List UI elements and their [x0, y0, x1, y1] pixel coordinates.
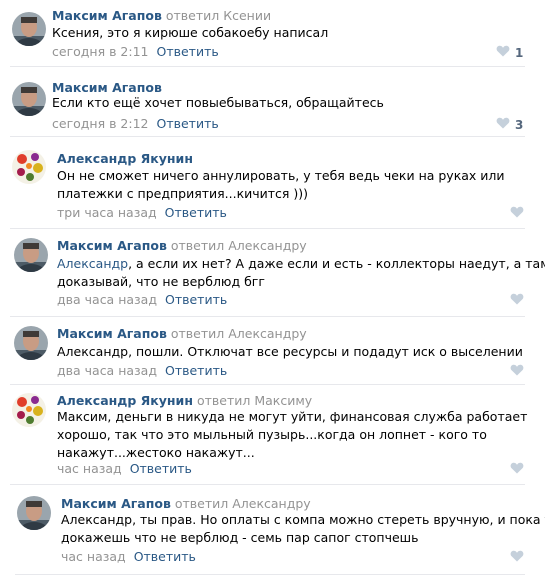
comment-meta: час назад Ответить	[61, 549, 196, 564]
comment-text: Максим, деньги в никуда не могут уйти, ф…	[57, 408, 527, 462]
like-button[interactable]	[510, 293, 524, 308]
comment-text: Александр, пошли. Отключат все ресурсы и…	[57, 343, 523, 361]
like-count: 1	[515, 45, 524, 60]
reply-word: ответил	[165, 8, 220, 23]
heart-icon	[510, 206, 524, 221]
heart-icon	[496, 117, 510, 132]
comment-line: Ксения, это я кирюше собакоебу написал	[52, 25, 329, 40]
comment-line: Александр, ты прав. Но оплаты с компа мо…	[61, 512, 545, 527]
comment-meta: два часа назад Ответить	[57, 363, 227, 378]
comment-line: Он не сможет ничего аннулировать, у тебя…	[57, 168, 505, 183]
divider	[10, 136, 525, 137]
comment-line: Александр, пошли. Отключат все ресурсы и…	[57, 344, 523, 359]
comment-header: Максим Агапов ответил Александру	[57, 326, 307, 341]
reply-to-name[interactable]: Александру	[232, 496, 310, 511]
comment-meta: три часа назад Ответить	[57, 205, 227, 220]
author-name[interactable]: Максим Агапов	[57, 326, 167, 341]
heart-icon	[510, 462, 524, 477]
reply-to-name[interactable]: Максиму	[254, 393, 312, 408]
comment-text: Александр, ты прав. Но оплаты с компа мо…	[61, 511, 545, 547]
comment-text: Александр, а если их нет? А даже если и …	[57, 255, 545, 291]
reply-button[interactable]: Ответить	[134, 549, 196, 564]
comment-meta: час назад Ответить	[57, 461, 192, 476]
comment-line: Если кто ещё хочет повыебываться, обраща…	[52, 95, 384, 110]
comment-meta: сегодня в 2:11 Ответить	[52, 44, 219, 59]
divider	[10, 316, 525, 317]
comment-line: докажешь что не верблюд - семь пар сапог…	[61, 530, 419, 545]
reply-word: ответил	[196, 393, 251, 408]
comment-meta: сегодня в 2:12 Ответить	[52, 116, 219, 131]
comment-text: Он не сможет ничего аннулировать, у тебя…	[57, 167, 505, 203]
reply-button[interactable]: Ответить	[165, 292, 227, 307]
author-name[interactable]: Александр Якунин	[57, 393, 193, 408]
timestamp[interactable]: час назад	[57, 461, 122, 476]
comment-text: Ксения, это я кирюше собакоебу написал	[52, 24, 328, 42]
like-button[interactable]	[510, 462, 524, 477]
reply-button[interactable]: Ответить	[165, 363, 227, 378]
comment-line: , а если их нет? А даже если и есть - ко…	[128, 256, 545, 271]
timestamp[interactable]: час назад	[61, 549, 126, 564]
comment-header: Максим Агапов ответил Александру	[57, 238, 307, 253]
comment-text: Если кто ещё хочет повыебываться, обраща…	[52, 94, 384, 112]
heart-icon	[510, 364, 524, 379]
divider	[10, 66, 525, 67]
author-name[interactable]: Максим Агапов	[57, 238, 167, 253]
avatar[interactable]	[12, 150, 46, 184]
like-button[interactable]	[510, 364, 524, 379]
author-name[interactable]: Максим Агапов	[52, 80, 162, 95]
reply-to-name[interactable]: Александру	[228, 238, 306, 253]
reply-to-name[interactable]: Александру	[228, 326, 306, 341]
like-button[interactable]: 3	[496, 117, 523, 132]
heart-icon	[496, 45, 510, 60]
comment-header: Максим Агапов ответил Ксении	[52, 8, 271, 23]
comment-header: Максим Агапов	[52, 80, 162, 95]
comment-header: Максим Агапов ответил Александру	[61, 496, 311, 511]
reply-word: ответил	[174, 496, 229, 511]
author-name[interactable]: Александр Якунин	[57, 151, 193, 166]
timestamp[interactable]: сегодня в 2:12	[52, 116, 149, 131]
reply-button[interactable]: Ответить	[165, 205, 227, 220]
heart-icon	[510, 550, 524, 565]
comment-header: Александр Якунин	[57, 151, 193, 166]
avatar[interactable]	[14, 238, 48, 272]
reply-button[interactable]: Ответить	[157, 44, 219, 59]
avatar[interactable]	[12, 82, 46, 116]
comment-line: хорошо, так что это мыльный пузырь...ког…	[57, 427, 487, 442]
like-button[interactable]	[510, 206, 524, 221]
reply-button[interactable]: Ответить	[157, 116, 219, 131]
divider	[10, 484, 525, 485]
reply-word: ответил	[170, 238, 225, 253]
divider	[15, 574, 525, 575]
comment-line: платежки с предприятия...кичится )))	[57, 186, 309, 201]
comment-line: доказывай, что не верблюд бгг	[57, 274, 265, 289]
comment-line: Максим, деньги в никуда не могут уйти, ф…	[57, 409, 528, 424]
timestamp[interactable]: три часа назад	[57, 205, 157, 220]
reply-to-name[interactable]: Ксении	[223, 8, 271, 23]
like-button[interactable]: 1	[496, 45, 523, 60]
timestamp[interactable]: сегодня в 2:11	[52, 44, 149, 59]
comment-meta: два часа назад Ответить	[57, 292, 227, 307]
like-button[interactable]	[510, 550, 524, 565]
avatar[interactable]	[12, 12, 46, 46]
comment-header: Александр Якунин ответил Максиму	[57, 393, 312, 408]
author-name[interactable]: Максим Агапов	[61, 496, 171, 511]
timestamp[interactable]: два часа назад	[57, 292, 157, 307]
like-count: 3	[515, 117, 524, 132]
addressee-link[interactable]: Александр	[57, 256, 128, 271]
reply-word: ответил	[170, 326, 225, 341]
heart-icon	[510, 293, 524, 308]
author-name[interactable]: Максим Агапов	[52, 8, 162, 23]
timestamp[interactable]: два часа назад	[57, 363, 157, 378]
avatar[interactable]	[14, 326, 48, 360]
avatar[interactable]	[17, 496, 51, 530]
comment-line: накажут...жестоко накажут...	[57, 445, 255, 460]
reply-button[interactable]: Ответить	[130, 461, 192, 476]
avatar[interactable]	[12, 393, 46, 427]
divider	[10, 228, 525, 229]
divider	[10, 384, 525, 385]
